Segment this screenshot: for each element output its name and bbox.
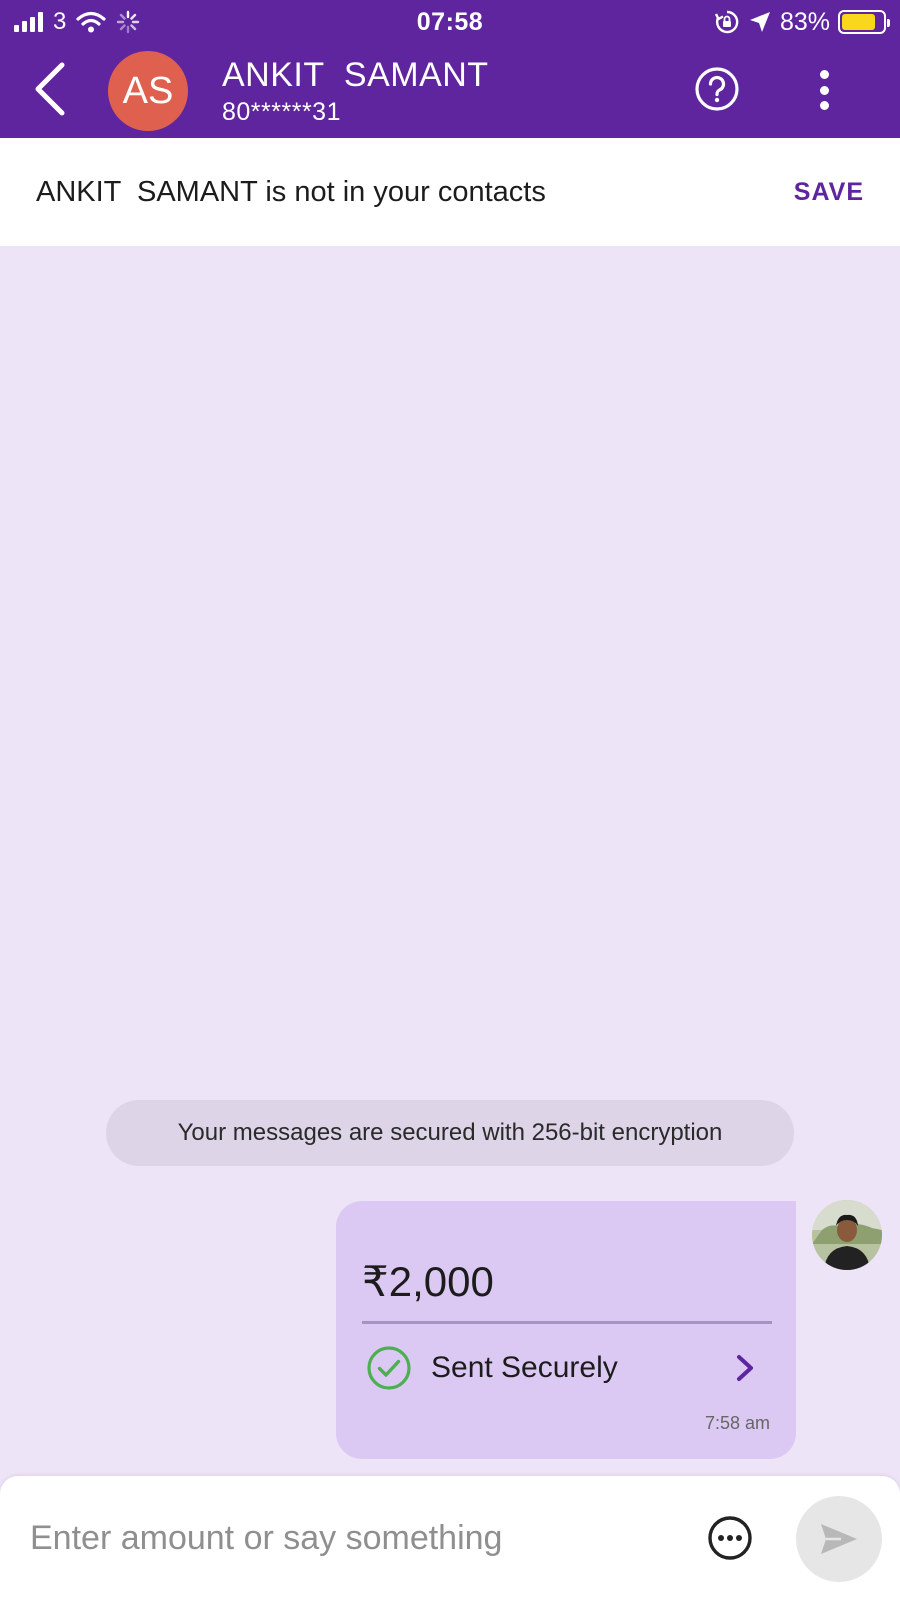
amount-message-input[interactable]: [30, 1508, 670, 1568]
battery-icon: [838, 10, 890, 34]
chat-options-icon[interactable]: [706, 1514, 754, 1562]
back-icon: [35, 62, 65, 116]
payment-status: Sent Securely: [431, 1351, 618, 1384]
battery-level-fill: [842, 14, 876, 30]
status-bar: 3 07:58 83%: [0, 0, 900, 44]
payment-message-bubble[interactable]: ₹2,000 Sent Securely 7:58 am: [336, 1201, 796, 1459]
payment-amount: ₹2,000: [362, 1258, 494, 1305]
bubble-divider: [362, 1321, 772, 1324]
orientation-lock-icon: [714, 10, 739, 34]
chevron-right-icon[interactable]: [732, 1353, 758, 1383]
contact-avatar[interactable]: AS: [108, 51, 188, 131]
more-vertical-icon[interactable]: [812, 66, 836, 114]
save-contact-banner: ANKIT SAMANT is not in your contacts SAV…: [0, 138, 900, 246]
save-contact-button[interactable]: SAVE: [794, 178, 864, 207]
header: 3 07:58 83% AS ANKIT SAMANT 80******31: [0, 0, 900, 138]
send-button[interactable]: [796, 1496, 882, 1582]
send-icon: [821, 1524, 857, 1554]
help-icon: [695, 67, 739, 111]
app-bar: AS ANKIT SAMANT 80******31: [0, 44, 900, 138]
back-button[interactable]: [22, 56, 78, 122]
encryption-notice: Your messages are secured with 256-bit e…: [106, 1100, 794, 1166]
help-button[interactable]: [694, 66, 740, 112]
contact-number: 80******31: [222, 98, 341, 126]
check-circle-icon: [367, 1346, 411, 1390]
contact-name[interactable]: ANKIT SAMANT: [222, 56, 489, 95]
message-time: 7:58 am: [704, 1413, 770, 1433]
banner-message: ANKIT SAMANT is not in your contacts: [36, 176, 546, 208]
battery-percent: 83%: [779, 7, 830, 36]
sender-avatar-photo: [812, 1200, 882, 1270]
status-right: 83%: [714, 6, 890, 38]
location-arrow-icon: [749, 12, 770, 32]
message-input-bar: [0, 1476, 900, 1600]
